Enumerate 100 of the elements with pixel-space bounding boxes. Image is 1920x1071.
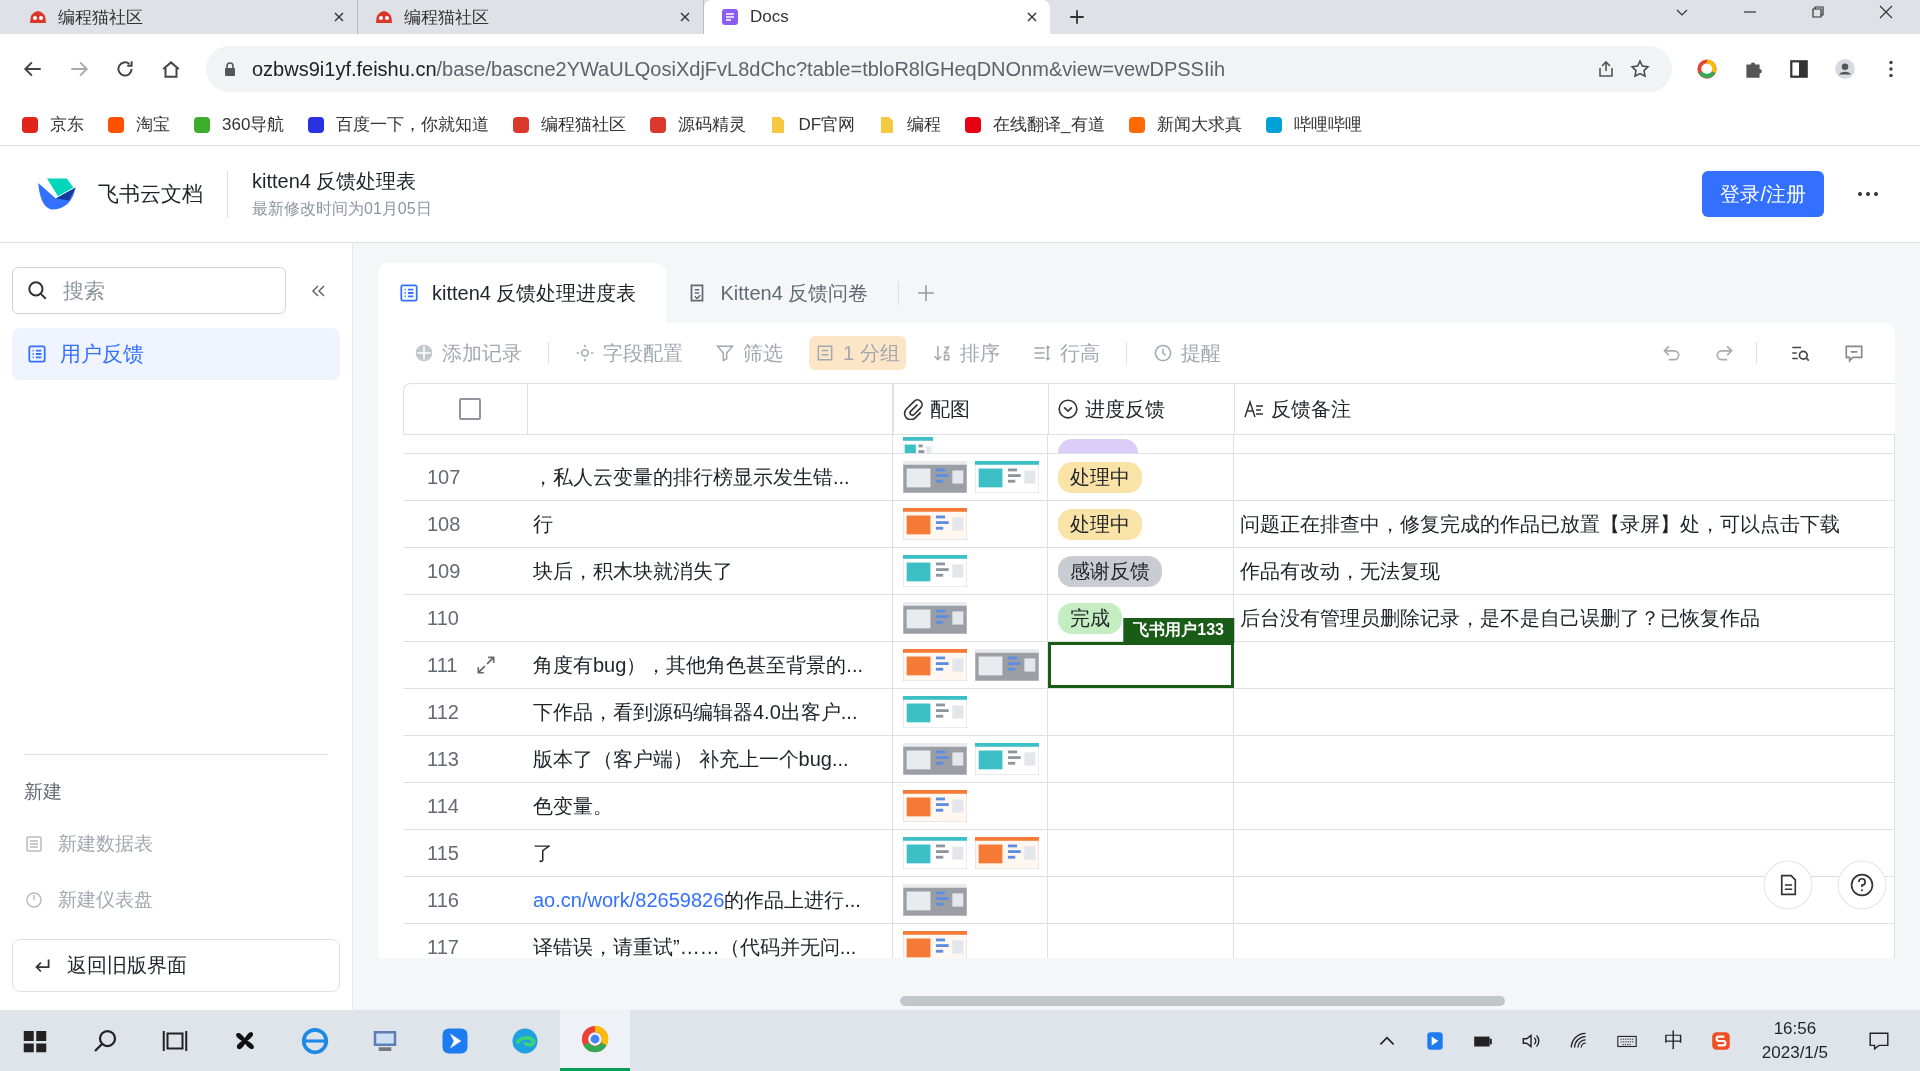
bookmark[interactable]: 百度一下，你就知道: [306, 113, 490, 136]
tab-title: 编程猫社区: [404, 6, 490, 29]
clock-icon: [1152, 343, 1173, 363]
row-number: 109: [427, 559, 461, 583]
bookmark[interactable]: 360导航: [192, 113, 285, 136]
scrollbar[interactable]: [900, 996, 1505, 1007]
row-number: 113: [427, 747, 459, 771]
selected-cell[interactable]: [1048, 642, 1234, 688]
table-icon: [26, 343, 48, 365]
sidebar-item[interactable]: 用户反馈: [12, 328, 340, 380]
ring-icon[interactable]: [1696, 58, 1718, 80]
tab-title: Docs: [750, 7, 790, 27]
table-cell-text: 作品有改动，无法复现: [1239, 558, 1440, 584]
paperclip-icon: [902, 398, 924, 420]
table-tab[interactable]: Kitten4 反馈问卷: [666, 263, 899, 323]
table-cell-text: ao.cn/work/82659826的作品上进行...: [532, 887, 861, 913]
dropdown-circle-icon: [1057, 398, 1079, 420]
filter-icon: [715, 343, 735, 363]
clock-time: 16:56: [1773, 1017, 1817, 1040]
row-number: 116: [427, 888, 459, 912]
expand-icon[interactable]: [475, 654, 498, 676]
new-tab-icon[interactable]: [1068, 8, 1086, 26]
avatar-icon[interactable]: [1834, 58, 1856, 80]
table-icon: [398, 282, 420, 304]
status-tag: 处理中: [1058, 508, 1142, 540]
browser-icon[interactable]: [300, 1025, 330, 1056]
bookmark[interactable]: 编程猫社区: [511, 113, 627, 136]
search-field[interactable]: 搜索: [12, 267, 286, 314]
login-button[interactable]: 登录/注册: [1702, 171, 1824, 217]
text-format-icon: [1243, 398, 1265, 420]
table-cell-text: 行: [532, 511, 553, 537]
side-panel-icon[interactable]: [1788, 58, 1810, 80]
browser-tab[interactable]: Docs: [704, 0, 1050, 34]
bookmark[interactable]: 哔哩哔哩: [1263, 113, 1362, 136]
table-cell-text: 译错误，请重试”……（代码并无问...: [532, 934, 857, 959]
table-cell-text: 了: [532, 840, 553, 866]
status-tag: 处理中: [1058, 461, 1142, 493]
modified-time: 最新修改时间为01月05日: [252, 199, 432, 219]
tab-title: 编程猫社区: [58, 6, 144, 29]
row-number: 108: [427, 512, 461, 536]
table-cell-text: 后台没有管理员删除记录，是不是自己误删了？已恢复作品: [1239, 605, 1760, 631]
status-tag: 完成: [1058, 602, 1122, 634]
document-icon: [720, 7, 740, 27]
share-icon[interactable]: [1596, 59, 1616, 79]
checkbox[interactable]: [458, 398, 481, 420]
url-text: ozbws9i1yf.feishu.cn/base/bascne2YWaULQosiXdjFvL8dChc?table=tbloR8lGHeqDNOnm&view=vewDPSSIih: [252, 57, 1226, 81]
row-number: 114: [427, 794, 459, 818]
status-tag: 感谢反馈: [1058, 555, 1162, 587]
section-heading: 新建: [23, 780, 63, 804]
bookmark[interactable]: 京东: [20, 113, 84, 136]
table-cell-text: 色变量。: [532, 793, 613, 819]
document-icon[interactable]: [1763, 860, 1813, 911]
link[interactable]: ao.cn/work/82659826: [533, 888, 725, 911]
row-number: 107: [427, 465, 461, 489]
close-icon[interactable]: [1878, 4, 1894, 20]
star-icon[interactable]: [1630, 59, 1650, 79]
collaborator-label: 飞书用户133: [1123, 618, 1234, 643]
table-cell-text: 角度有bug），其他角色甚至背景的...: [532, 652, 864, 678]
clock-date: 2023/1/5: [1761, 1041, 1828, 1064]
browser-tab[interactable]: 编程猫社区: [12, 0, 358, 34]
more-icon[interactable]: [1856, 190, 1880, 198]
s-logo-icon[interactable]: [1709, 1029, 1732, 1052]
table-cell-text: ，私人云变量的排行榜显示发生错...: [532, 464, 850, 490]
sort-icon: [931, 343, 952, 363]
group-icon: [815, 343, 835, 363]
row-number: 111: [427, 653, 458, 677]
row-number: 112: [427, 700, 459, 724]
column-header[interactable]: 进度反馈: [1049, 384, 1235, 434]
row-number: 117: [427, 935, 459, 959]
restore-icon[interactable]: [1810, 4, 1826, 20]
bookmark[interactable]: 新闻大求真: [1126, 113, 1242, 136]
brand-name: 飞书云文档: [98, 181, 203, 207]
table-icon: [24, 834, 44, 854]
table-cell-text: 下作品，看到源码编辑器4.0出客户...: [532, 699, 858, 725]
column-header[interactable]: 配图: [894, 384, 1049, 434]
search-icon: [26, 279, 48, 301]
address-field[interactable]: ozbws9i1yf.feishu.cn/base/bascne2YWaULQosiXdjFvL8dChc?table=tbloR8lGHeqDNOnm&view=vewDPSSIih: [206, 46, 1672, 92]
column-header[interactable]: 反馈备注: [1235, 384, 1895, 434]
close-icon[interactable]: [1026, 11, 1038, 23]
gear-icon: [575, 343, 595, 363]
table-cell-text: 版本了（客户端） 补充上一个bug...: [532, 746, 849, 772]
close-icon[interactable]: [333, 11, 345, 23]
reload-icon[interactable]: [114, 58, 136, 80]
input-method[interactable]: 中: [1663, 1027, 1684, 1054]
table-tab[interactable]: kitten4 反馈处理进度表: [378, 263, 667, 323]
bookmark[interactable]: 源码精灵: [648, 113, 747, 136]
document-title: kitten4 反馈处理表: [252, 169, 418, 194]
close-icon[interactable]: [679, 11, 691, 23]
row-number: 110: [427, 606, 459, 630]
ring-icon[interactable]: [580, 1024, 610, 1054]
lock-icon: [222, 61, 238, 77]
table-cell-text: 块后，积木块就消失了: [532, 558, 733, 584]
help-icon[interactable]: [1837, 860, 1887, 911]
gauge-icon: [24, 890, 44, 910]
back-button[interactable]: 返回旧版界面: [12, 939, 340, 992]
bookmark[interactable]: 编程: [877, 113, 942, 136]
bookmark[interactable]: 淘宝: [106, 113, 170, 136]
row-number: 115: [427, 841, 459, 865]
bookmark[interactable]: 在线翻译_有道: [963, 113, 1105, 136]
bookmark[interactable]: DF官网: [768, 113, 856, 136]
